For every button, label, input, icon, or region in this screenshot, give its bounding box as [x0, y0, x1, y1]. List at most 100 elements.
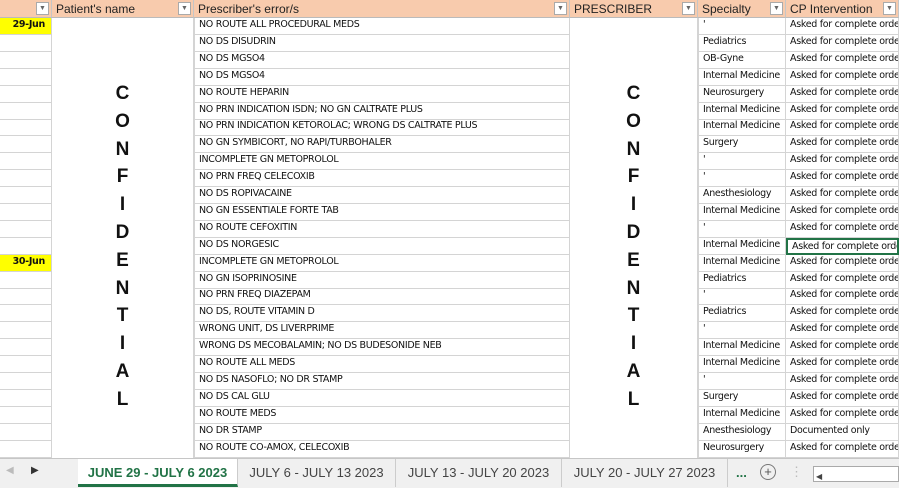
filter-dropdown-icon[interactable]: ▼: [178, 2, 191, 15]
intervention-cell[interactable]: Asked for complete order: [786, 440, 899, 458]
specialty-cell[interactable]: Internal Medicine: [698, 102, 786, 120]
date-cell[interactable]: 29-Jun: [0, 18, 52, 35]
error-cell[interactable]: NO GN ESSENTIALE FORTE TAB: [194, 203, 570, 221]
intervention-cell[interactable]: Asked for complete order: [786, 51, 899, 69]
specialty-cell[interactable]: Neurosurgery: [698, 440, 786, 458]
filter-dropdown-icon[interactable]: ▼: [883, 2, 896, 15]
date-cell[interactable]: [0, 119, 52, 137]
error-cell[interactable]: NO ROUTE MEDS: [194, 406, 570, 424]
date-cell[interactable]: [0, 136, 52, 154]
sheet-tab-2[interactable]: JULY 6 - JULY 13 2023: [238, 459, 396, 487]
error-cell[interactable]: WRONG DS MECOBALAMIN; NO DS BUDESONIDE N…: [194, 339, 570, 357]
specialty-cell[interactable]: Surgery: [698, 136, 786, 154]
intervention-cell[interactable]: Asked for complete order: [786, 237, 899, 255]
error-cell[interactable]: NO PRN INDICATION ISDN; NO GN CALTRATE P…: [194, 102, 570, 120]
intervention-cell[interactable]: Asked for complete order: [786, 102, 899, 120]
add-sheet-icon[interactable]: +: [760, 464, 776, 480]
error-cell[interactable]: NO ROUTE CO-AMOX, CELECOXIB: [194, 440, 570, 458]
error-cell[interactable]: NO ROUTE ALL PROCEDURAL MEDS: [194, 18, 570, 35]
intervention-cell[interactable]: Asked for complete order: [786, 187, 899, 204]
date-cell[interactable]: [0, 102, 52, 120]
specialty-cell[interactable]: Surgery: [698, 389, 786, 407]
error-cell[interactable]: WRONG UNIT, DS LIVERPRIME: [194, 322, 570, 340]
intervention-cell[interactable]: Asked for complete order: [786, 85, 899, 103]
date-cell[interactable]: [0, 305, 52, 323]
date-cell[interactable]: [0, 170, 52, 188]
intervention-cell[interactable]: Asked for complete order: [786, 153, 899, 171]
sheet-tab-4[interactable]: JULY 20 - JULY 27 2023: [562, 459, 728, 487]
intervention-cell[interactable]: Asked for complete order: [786, 305, 899, 323]
specialty-cell[interactable]: Internal Medicine: [698, 356, 786, 373]
specialty-cell[interactable]: Pediatrics: [698, 271, 786, 289]
specialty-cell[interactable]: ': [698, 322, 786, 340]
intervention-cell[interactable]: Asked for complete order: [786, 406, 899, 424]
scroll-tabs-right-icon[interactable]: ▶: [31, 465, 39, 476]
more-tabs-button[interactable]: ...: [736, 465, 747, 480]
error-cell[interactable]: INCOMPLETE GN METOPROLOL: [194, 153, 570, 171]
intervention-cell[interactable]: Asked for complete order: [786, 271, 899, 289]
error-cell[interactable]: NO DS CAL GLU: [194, 389, 570, 407]
date-cell[interactable]: [0, 34, 52, 52]
date-cell[interactable]: 30-Jun: [0, 254, 52, 272]
intervention-cell[interactable]: Asked for complete order: [786, 18, 899, 35]
date-cell[interactable]: [0, 440, 52, 458]
error-cell[interactable]: NO DS MGSO4: [194, 51, 570, 69]
specialty-cell[interactable]: ': [698, 18, 786, 35]
specialty-cell[interactable]: Internal Medicine: [698, 339, 786, 357]
intervention-cell[interactable]: Asked for complete order: [786, 170, 899, 188]
intervention-cell[interactable]: Asked for complete order: [786, 34, 899, 52]
intervention-cell[interactable]: Asked for complete order: [786, 220, 899, 238]
specialty-cell[interactable]: Internal Medicine: [698, 68, 786, 86]
date-cell[interactable]: [0, 203, 52, 221]
filter-dropdown-icon[interactable]: ▼: [770, 2, 783, 15]
scroll-left-icon[interactable]: ◀: [814, 472, 822, 481]
date-cell[interactable]: [0, 372, 52, 390]
error-cell[interactable]: NO DS ROPIVACAINE: [194, 187, 570, 204]
error-cell[interactable]: NO PRN FREQ CELECOXIB: [194, 170, 570, 188]
patient-name-merged-cell[interactable]: CONFIDENTIAL: [52, 18, 194, 458]
error-cell[interactable]: NO DS, ROUTE VITAMIN D: [194, 305, 570, 323]
intervention-cell[interactable]: Asked for complete order: [786, 203, 899, 221]
date-cell[interactable]: [0, 220, 52, 238]
error-cell[interactable]: NO DS DISUDRIN: [194, 34, 570, 52]
horizontal-scrollbar[interactable]: ◀: [813, 466, 899, 482]
specialty-cell[interactable]: Anesthesiology: [698, 187, 786, 204]
date-cell[interactable]: [0, 389, 52, 407]
specialty-cell[interactable]: ': [698, 170, 786, 188]
date-cell[interactable]: [0, 288, 52, 306]
error-cell[interactable]: NO PRN FREQ DIAZEPAM: [194, 288, 570, 306]
prescriber-merged-cell[interactable]: CONFIDENTIAL: [570, 18, 698, 458]
specialty-cell[interactable]: Internal Medicine: [698, 119, 786, 137]
intervention-cell[interactable]: Asked for complete order: [786, 339, 899, 357]
specialty-cell[interactable]: ': [698, 372, 786, 390]
intervention-cell[interactable]: Asked for complete order: [786, 254, 899, 272]
date-cell[interactable]: [0, 187, 52, 204]
date-cell[interactable]: [0, 339, 52, 357]
error-cell[interactable]: NO DS MGSO4: [194, 68, 570, 86]
sheet-tab-1[interactable]: JUNE 29 - JULY 6 2023: [78, 459, 238, 487]
splitter-handle[interactable]: ⋮: [790, 464, 803, 480]
date-cell[interactable]: [0, 356, 52, 373]
intervention-cell[interactable]: Asked for complete order: [786, 288, 899, 306]
date-cell[interactable]: [0, 271, 52, 289]
intervention-cell[interactable]: Asked for complete order: [786, 372, 899, 390]
error-cell[interactable]: NO GN ISOPRINOSINE: [194, 271, 570, 289]
error-cell[interactable]: NO ROUTE ALL MEDS: [194, 356, 570, 373]
error-cell[interactable]: NO DS NASOFLO; NO DR STAMP: [194, 372, 570, 390]
specialty-cell[interactable]: Neurosurgery: [698, 85, 786, 103]
specialty-cell[interactable]: OB-Gyne: [698, 51, 786, 69]
date-cell[interactable]: [0, 68, 52, 86]
intervention-cell[interactable]: Asked for complete order: [786, 68, 899, 86]
specialty-cell[interactable]: ': [698, 153, 786, 171]
intervention-cell[interactable]: Asked for complete order: [786, 389, 899, 407]
filter-dropdown-icon[interactable]: ▼: [36, 2, 49, 15]
specialty-cell[interactable]: Internal Medicine: [698, 254, 786, 272]
error-cell[interactable]: NO DR STAMP: [194, 423, 570, 441]
intervention-cell[interactable]: Asked for complete order: [786, 136, 899, 154]
error-cell[interactable]: NO DS NORGESIC: [194, 237, 570, 255]
specialty-cell[interactable]: Anesthesiology: [698, 423, 786, 441]
error-cell[interactable]: NO GN SYMBICORT, NO RAPI/TURBOHALER: [194, 136, 570, 154]
error-cell[interactable]: INCOMPLETE GN METOPROLOL: [194, 254, 570, 272]
intervention-cell[interactable]: Asked for complete order: [786, 119, 899, 137]
date-cell[interactable]: [0, 85, 52, 103]
